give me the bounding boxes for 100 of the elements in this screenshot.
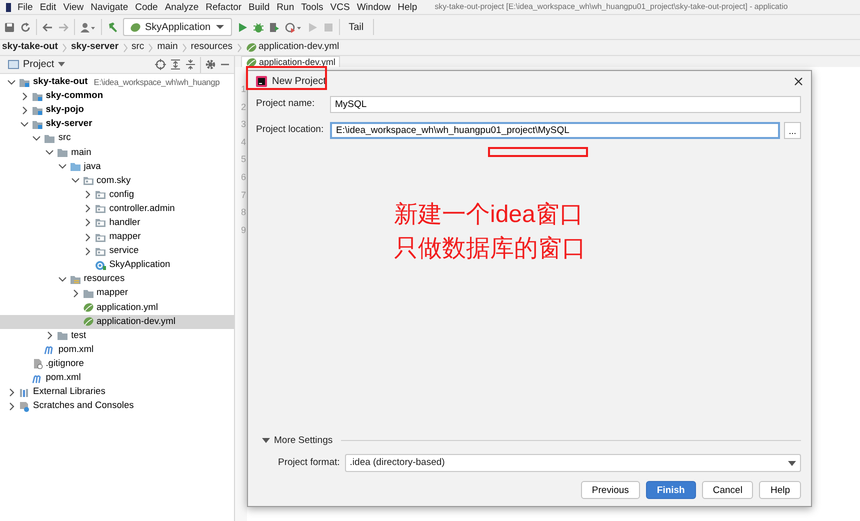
section-header[interactable]: More Settings (274, 434, 333, 448)
tree-item[interactable]: mapper (0, 286, 234, 300)
dialog-button[interactable]: Finish (646, 481, 696, 499)
menu-item[interactable]: Code (132, 0, 162, 14)
line-number: 6 (240, 170, 247, 184)
chevron-icon[interactable] (7, 78, 16, 87)
text-field[interactable]: E:\idea_workspace_wh\wh_huangpu01_project\MySQL (330, 122, 780, 139)
tree-item[interactable]: .gitignore (0, 356, 234, 371)
chevron-icon[interactable] (58, 274, 67, 284)
chevron-icon[interactable] (58, 162, 67, 172)
tree-item[interactable]: config (0, 188, 234, 202)
chevron-icon[interactable] (83, 232, 92, 242)
tree-item[interactable]: pom.xml (0, 370, 234, 386)
dialog-button[interactable]: Cancel (702, 481, 754, 499)
menu-item[interactable]: Refactor (202, 0, 246, 14)
tree-item[interactable]: mapper (0, 230, 234, 244)
tree-item[interactable]: SkyApplication (0, 258, 234, 272)
chevron-icon[interactable] (20, 120, 29, 129)
menu-item[interactable]: Window (353, 0, 394, 14)
folder-icon (82, 288, 94, 299)
run-icon[interactable] (236, 22, 248, 32)
run-configuration-dropdown[interactable]: SkyApplication (123, 18, 232, 36)
user-icon[interactable] (80, 22, 96, 32)
tree-item[interactable]: sky-server (0, 117, 234, 132)
chevron-icon[interactable] (7, 388, 16, 397)
dialog-button[interactable]: Previous (580, 481, 640, 499)
chevron-icon[interactable] (45, 331, 54, 340)
folder-icon (44, 132, 56, 144)
save-icon[interactable] (4, 22, 15, 32)
menu-item[interactable]: Navigate (87, 0, 132, 14)
profiler-icon[interactable] (284, 22, 302, 32)
sync-icon[interactable] (20, 22, 31, 32)
editor-tab[interactable]: application-dev.yml (241, 56, 340, 67)
chevron-icon[interactable] (83, 204, 92, 214)
collapse-all-icon[interactable] (185, 59, 196, 70)
tree-item[interactable]: resources (0, 272, 234, 286)
maven-icon (44, 344, 56, 356)
annotation-text: 只做数据库的窗口 (394, 234, 587, 264)
tree-item[interactable]: com.sky (0, 174, 234, 188)
breadcrumb-item[interactable]: sky-take-out (2, 40, 58, 55)
breadcrumb-item[interactable]: sky-server (70, 40, 119, 55)
close-icon[interactable] (794, 77, 803, 86)
menu-item[interactable]: Build (245, 0, 274, 14)
tree-item[interactable]: External Libraries (0, 385, 234, 400)
coverage-icon[interactable] (268, 22, 280, 32)
dialog-button[interactable]: Help (759, 481, 801, 499)
tree-item[interactable]: sky-common (0, 89, 234, 104)
tree-item[interactable]: handler (0, 216, 234, 230)
menu-item[interactable]: Help (394, 0, 421, 14)
tree-item[interactable]: application-dev.yml (0, 314, 234, 329)
tree-item[interactable]: application.yml (0, 300, 234, 315)
tree-item[interactable]: src (0, 131, 234, 146)
leaf-icon (246, 42, 256, 53)
menu-item[interactable]: VCS (326, 0, 354, 14)
browse-button[interactable]: ... (784, 122, 801, 139)
app-logo-icon (6, 2, 14, 12)
panel-title-dropdown[interactable]: Project (23, 57, 54, 72)
menu-item[interactable]: Edit (36, 0, 60, 14)
tree-item[interactable]: Scratches and Consoles (0, 399, 234, 414)
disclosure-triangle-icon[interactable] (262, 438, 270, 444)
tree-item[interactable]: sky-take-out E:\idea_workspace_wh\wh_huangp (0, 75, 234, 90)
chevron-icon[interactable] (20, 106, 29, 115)
menu-item[interactable]: Analyze (161, 0, 202, 14)
chevron-icon[interactable] (45, 148, 54, 158)
menu-item[interactable]: Tools (298, 0, 327, 14)
chevron-icon[interactable] (20, 92, 29, 101)
module-folder-icon (32, 104, 43, 116)
chevron-icon[interactable] (83, 190, 92, 200)
chevron-icon[interactable] (70, 176, 80, 186)
menu-item[interactable]: File (14, 0, 36, 14)
format-dropdown[interactable]: .idea (directory-based) (344, 454, 801, 472)
text-field[interactable]: MySQL (330, 96, 801, 113)
tree-item[interactable]: test (0, 328, 234, 343)
tree-item[interactable]: service (0, 244, 234, 258)
annotation-text: 新建一个idea窗口 (394, 200, 584, 230)
panel-icon (8, 59, 19, 70)
breadcrumb-item[interactable]: src (132, 40, 144, 55)
tree-item[interactable]: controller.admin (0, 202, 234, 216)
tail-button[interactable]: Tail (344, 20, 368, 34)
maven-icon (32, 372, 43, 384)
caret-icon (58, 62, 66, 67)
tree-item[interactable]: java (0, 160, 234, 174)
breadcrumb-item[interactable]: resources (190, 40, 232, 55)
chevron-icon[interactable] (83, 246, 92, 256)
chevron-icon[interactable] (70, 288, 80, 298)
menu-item[interactable]: Run (273, 0, 298, 14)
expand-all-icon[interactable] (170, 59, 181, 70)
bug-icon[interactable] (252, 22, 264, 32)
chevron-icon[interactable] (32, 134, 42, 143)
tree-item[interactable]: sky-pojo (0, 103, 234, 118)
back-arrow-icon[interactable] (42, 22, 53, 32)
locate-icon[interactable] (155, 59, 166, 70)
settings-icon[interactable] (205, 59, 216, 70)
tree-item[interactable]: pom.xml (0, 342, 234, 357)
chevron-icon[interactable] (7, 402, 16, 411)
menu-item[interactable]: View (60, 0, 88, 14)
breadcrumb-item[interactable]: main (157, 40, 178, 55)
chevron-icon[interactable] (83, 218, 92, 228)
tree-item[interactable]: main (0, 145, 234, 160)
breadcrumb-item[interactable]: application-dev.yml (246, 40, 340, 55)
